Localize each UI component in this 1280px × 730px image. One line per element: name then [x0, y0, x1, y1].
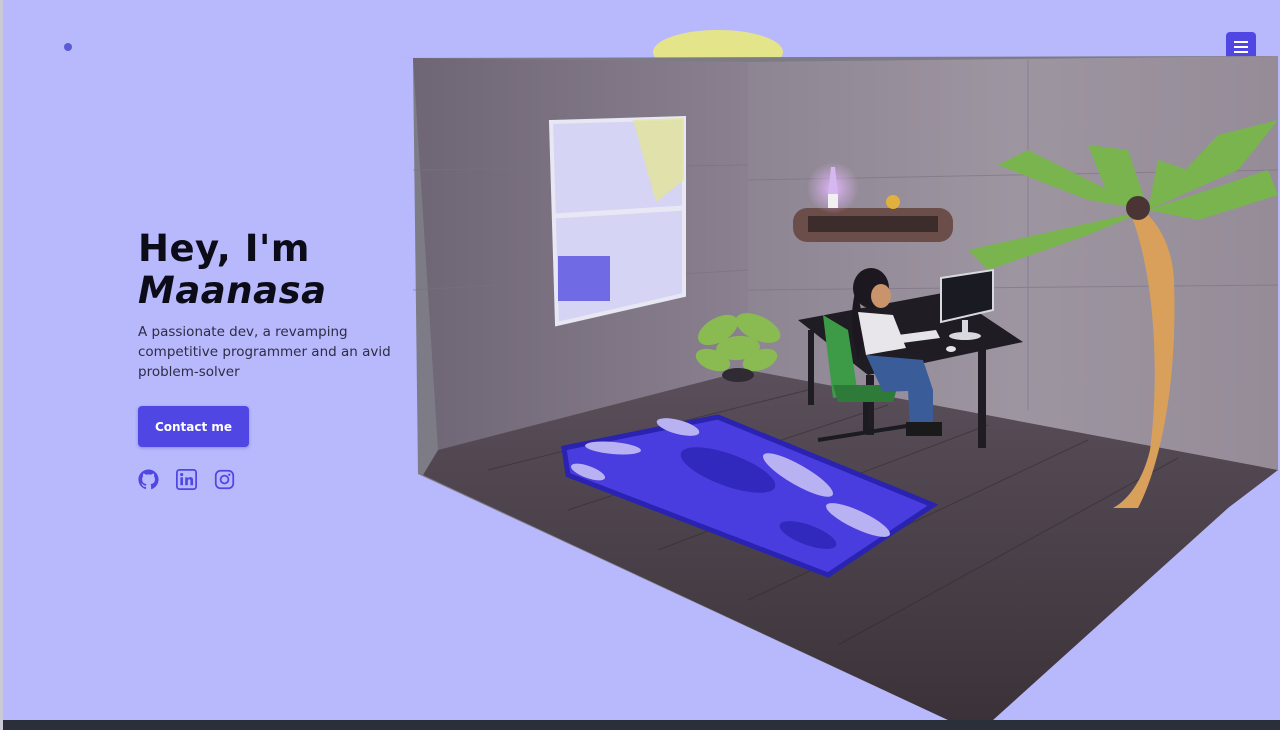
logo-dot-icon[interactable] [64, 43, 72, 51]
hero-name: Maanasa [138, 269, 327, 312]
instagram-icon [214, 469, 235, 490]
hero-greeting: Hey, I'm [138, 227, 310, 270]
taskbar-strip [3, 720, 1280, 730]
github-link[interactable] [138, 469, 159, 490]
linkedin-icon [176, 469, 197, 490]
instagram-link[interactable] [214, 469, 235, 490]
page: Hey, I'm Maanasa A passionate dev, a rev… [0, 0, 1280, 730]
room-illustration [390, 30, 1279, 720]
hero-section: Hey, I'm Maanasa A passionate dev, a rev… [138, 228, 418, 382]
contact-button[interactable]: Contact me [138, 406, 249, 447]
hero-subtitle: A passionate dev, a revamping competitiv… [138, 324, 391, 380]
linkedin-link[interactable] [176, 469, 197, 490]
social-links [138, 469, 235, 490]
github-icon [138, 469, 159, 490]
